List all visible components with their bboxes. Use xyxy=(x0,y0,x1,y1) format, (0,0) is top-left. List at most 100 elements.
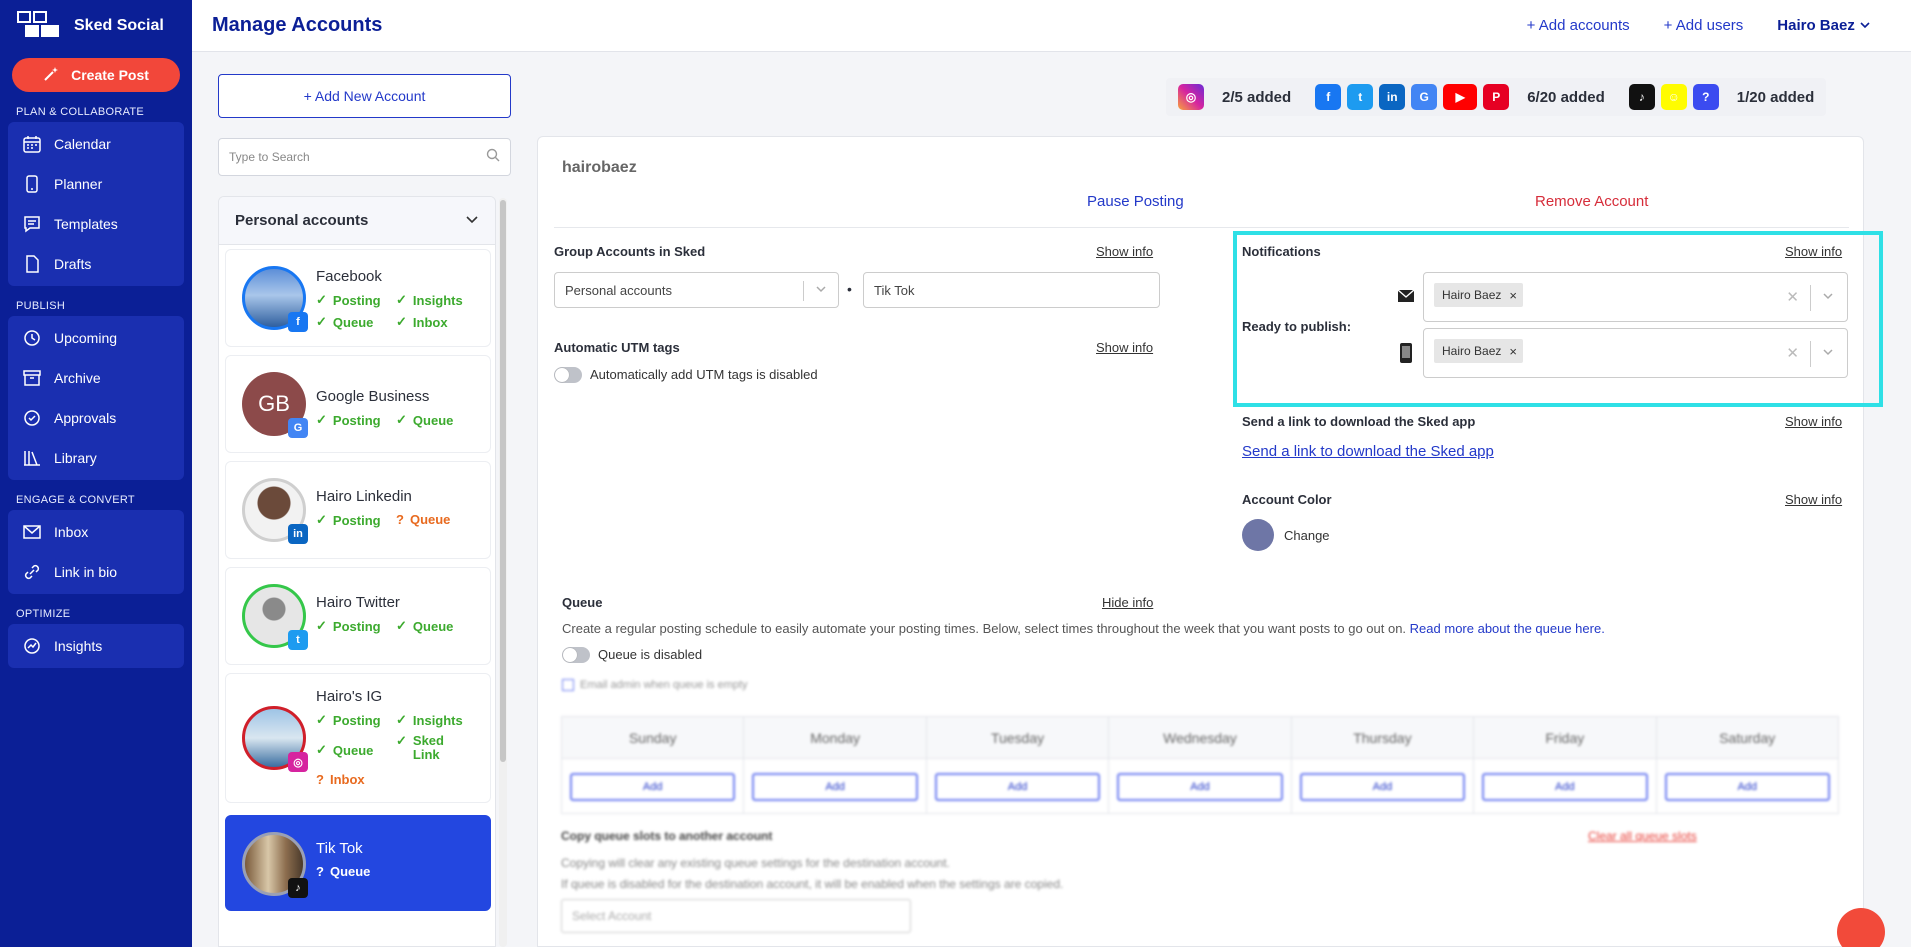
send-app-link[interactable]: Send a link to download the Sked app xyxy=(1242,443,1494,460)
insights-icon xyxy=(24,638,40,654)
queue-add-button[interactable]: Add xyxy=(1482,773,1648,801)
chevron-down-icon xyxy=(465,212,479,229)
sidebar-item-label: Drafts xyxy=(54,256,92,272)
utm-label: Automatic UTM tags xyxy=(554,340,680,355)
question-icon: ? xyxy=(316,772,324,787)
sidebar-item-templates[interactable]: Templates xyxy=(8,204,184,244)
clear-queue-link[interactable]: Clear all queue slots xyxy=(1588,829,1697,843)
app-show-info-link[interactable]: Show info xyxy=(1785,414,1842,429)
queue-add-button[interactable]: Add xyxy=(1299,773,1466,801)
sidebar-item-planner[interactable]: Planner xyxy=(8,164,184,204)
search-icon[interactable] xyxy=(486,148,500,167)
bullet-separator: • xyxy=(847,281,852,297)
queue-add-button[interactable]: Add xyxy=(570,773,736,801)
template-icon xyxy=(24,216,40,233)
other-platform-icon: ? xyxy=(1692,84,1719,110)
feature-queue: ✓ Queue xyxy=(316,742,374,758)
sidebar-item-approvals[interactable]: Approvals xyxy=(8,398,184,438)
color-show-info-link[interactable]: Show info xyxy=(1785,492,1842,507)
nav-group-plan: Calendar Planner Templates Drafts xyxy=(8,122,184,286)
feature-queue: ? Queue xyxy=(316,864,371,879)
brand-name: Sked Social xyxy=(74,17,164,34)
sidebar-item-label: Approvals xyxy=(54,410,117,426)
sidebar-item-inbox[interactable]: Inbox xyxy=(8,512,184,552)
group-show-info-link[interactable]: Show info xyxy=(1096,244,1153,259)
utm-show-info-link[interactable]: Show info xyxy=(1096,340,1153,355)
check-icon: ✓ xyxy=(396,314,407,329)
queue-add-button[interactable]: Add xyxy=(1664,773,1830,801)
sidebar: Sked Social Create Post PLAN & COLLABORA… xyxy=(0,0,192,947)
queue-add-button[interactable]: Add xyxy=(752,773,918,801)
queue-day: Wednesday xyxy=(1109,717,1291,759)
add-new-account-button[interactable]: + Add New Account xyxy=(218,74,511,118)
queue-day-column: Sunday Add xyxy=(562,717,745,813)
account-group-header[interactable]: Personal accounts xyxy=(219,197,495,245)
account-name: Hairo's IG xyxy=(316,688,383,705)
queue-description: Create a regular posting schedule to eas… xyxy=(562,621,1605,636)
queue-label: Queue xyxy=(562,595,603,610)
user-menu[interactable]: Hairo Baez xyxy=(1777,17,1871,34)
feature-sked-link: ✓ Sked Link xyxy=(396,733,444,762)
feature-queue: ✓ Queue xyxy=(396,412,454,428)
sidebar-item-label: Inbox xyxy=(54,524,89,540)
remove-account-button[interactable]: Remove Account xyxy=(1535,193,1648,210)
section-title-publish: PUBLISH xyxy=(16,300,66,312)
sked-logo-icon xyxy=(16,9,60,43)
check-icon: ✓ xyxy=(316,292,327,307)
group-select[interactable]: Personal accounts xyxy=(554,272,839,308)
checkbox[interactable] xyxy=(562,679,574,691)
account-card-tiktok[interactable]: ♪ Tik Tok ? Queue xyxy=(225,815,491,911)
facebook-icon: f xyxy=(1315,84,1342,110)
account-username: hairobaez xyxy=(562,159,637,176)
user-name: Hairo Baez xyxy=(1777,17,1855,34)
queue-hide-info-link[interactable]: Hide info xyxy=(1102,595,1153,610)
clock-icon xyxy=(24,330,40,346)
change-color-button[interactable]: Change xyxy=(1284,528,1330,543)
queue-toggle[interactable] xyxy=(562,647,590,663)
add-users-link[interactable]: + Add users xyxy=(1664,17,1744,34)
account-card-hairo-linkedin[interactable]: in Hairo Linkedin ✓ Posting ? Queue xyxy=(225,461,491,559)
queue-read-more-link[interactable]: Read more about the queue here. xyxy=(1410,621,1605,636)
sidebar-item-insights[interactable]: Insights xyxy=(8,626,184,666)
account-search xyxy=(218,138,511,176)
queue-add-button[interactable]: Add xyxy=(1117,773,1283,801)
divider xyxy=(554,227,1849,228)
account-card-google-business[interactable]: GB G Google Business ✓ Posting ✓ Queue xyxy=(225,355,491,453)
utm-toggle[interactable] xyxy=(554,367,582,383)
account-card-hairos-ig[interactable]: ◎ Hairo's IG ✓ Posting ✓ Insights ✓ Queue ✓… xyxy=(225,673,491,803)
youtube-icon: ▶ xyxy=(1443,84,1478,110)
group-name-input[interactable]: Tik Tok xyxy=(863,272,1160,308)
facebook-icon: f xyxy=(288,312,308,332)
check-icon: ✓ xyxy=(396,733,407,748)
email-admin-option[interactable]: Email admin when queue is empty xyxy=(562,679,748,691)
sidebar-item-drafts[interactable]: Drafts xyxy=(8,244,184,284)
queue-add-button[interactable]: Add xyxy=(934,773,1101,801)
sidebar-item-label: Archive xyxy=(54,370,101,386)
sidebar-item-archive[interactable]: Archive xyxy=(8,358,184,398)
sidebar-item-library[interactable]: Library xyxy=(8,438,184,478)
queue-day-column: Thursday Add xyxy=(1291,717,1475,813)
account-card-hairo-twitter[interactable]: t Hairo Twitter ✓ Posting ✓ Queue xyxy=(225,567,491,665)
sidebar-item-calendar[interactable]: Calendar xyxy=(8,124,184,164)
add-accounts-link[interactable]: + Add accounts xyxy=(1527,17,1630,34)
account-color-swatch[interactable] xyxy=(1242,519,1274,551)
feature-queue: ✓ Queue xyxy=(396,618,454,634)
linkedin-icon: in xyxy=(288,524,308,544)
brand[interactable]: Sked Social xyxy=(0,0,192,52)
account-name: Hairo Twitter xyxy=(316,594,400,611)
search-input[interactable] xyxy=(229,150,486,164)
check-icon: ✓ xyxy=(316,512,327,527)
twitter-icon: t xyxy=(288,630,308,650)
sidebar-item-upcoming[interactable]: Upcoming xyxy=(8,318,184,358)
account-card-facebook[interactable]: f Facebook ✓ Posting ✓ Insights ✓ Queue ✓ In… xyxy=(225,249,491,347)
check-icon: ✓ xyxy=(396,712,407,727)
sidebar-item-link-in-bio[interactable]: Link in bio xyxy=(8,552,184,592)
notifications-highlight xyxy=(1233,231,1883,407)
google-business-icon: G xyxy=(288,418,308,438)
chat-widget-button[interactable] xyxy=(1837,908,1885,947)
scrollbar-thumb[interactable] xyxy=(500,200,506,762)
queue-day-column: Tuesday Add xyxy=(926,717,1110,813)
pause-posting-button[interactable]: Pause Posting xyxy=(1087,193,1184,210)
select-account-dropdown[interactable]: Select Account xyxy=(561,899,911,933)
create-post-button[interactable]: Create Post xyxy=(12,58,180,92)
